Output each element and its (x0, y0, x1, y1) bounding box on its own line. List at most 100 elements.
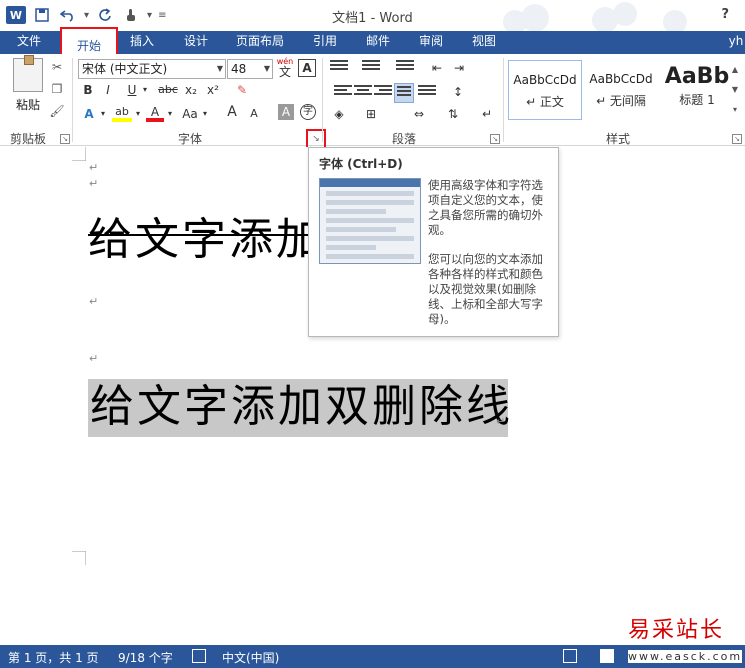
font-size-combobox[interactable]: 48 ▼ (227, 59, 273, 79)
tab-mailings[interactable]: 邮件 (356, 31, 400, 54)
sort-icon[interactable]: ⇅ (444, 104, 462, 124)
superscript-button[interactable]: x² (204, 80, 222, 100)
subscript-button[interactable]: x₂ (182, 80, 200, 100)
underline-button[interactable]: U (124, 80, 140, 100)
watermark-url: www.easck.com (628, 650, 743, 663)
tooltip-description: 使用高级字体和字符选项自定义您的文本，使之具备您所需的确切外观。 (428, 178, 543, 237)
paragraph-mark: ↵ (496, 415, 506, 428)
phonetic-guide-button[interactable]: wén 文 (276, 56, 294, 78)
help-button[interactable]: ? (721, 7, 729, 22)
style-normal[interactable]: AaBbCcDd ↵ 正文 (508, 60, 582, 120)
font-name-combobox[interactable]: 宋体 (中文正文) ▼ (78, 59, 226, 79)
word-count[interactable]: 9/18 个字 (118, 649, 173, 666)
font-size-value: 48 (231, 62, 247, 76)
numbering-icon[interactable] (362, 60, 380, 76)
font-group-label: 字体 (178, 132, 203, 146)
bullets-icon[interactable] (330, 60, 348, 76)
clear-formatting-icon[interactable]: ✎ (232, 80, 252, 100)
clipboard-group-label: 剪贴板 (10, 132, 47, 146)
styles-group-label: 样式 (606, 132, 631, 146)
tab-file[interactable]: 文件 (0, 31, 58, 54)
highlight-button[interactable]: ab (112, 102, 132, 122)
gallery-scroll[interactable]: ▲ ▼ ▾ (728, 60, 742, 122)
paste-label: 粘贴 (15, 98, 40, 112)
style-sample: AaBbCcDd (589, 72, 653, 86)
style-sample: AaBb (664, 64, 730, 89)
ribbon-home: 粘贴 ✂ ❐ 🖌 剪贴板 ↘ 宋体 (中文正文) ▼ 48 ▼ wén 文 A … (0, 54, 745, 149)
grow-font-button[interactable]: A (224, 102, 240, 122)
copy-icon[interactable]: ❐ (48, 82, 66, 98)
page-count[interactable]: 第 1 页，共 1 页 (8, 649, 99, 666)
document-line-selected[interactable]: 给文字添加双删除线 (90, 379, 513, 435)
shrink-font-button[interactable]: A (246, 104, 262, 124)
tooltip-title: 字体 (Ctrl+D) (319, 157, 403, 171)
character-border-button[interactable]: A (298, 59, 316, 77)
tooltip-description-more: 您可以向您的文本添加各种各样的样式和颜色以及视觉效果(如删除线、上标和全部大写字… (428, 252, 543, 326)
group-divider (72, 58, 73, 142)
character-shading-button[interactable]: A (278, 104, 294, 120)
show-marks-icon[interactable]: ↵ (478, 104, 496, 124)
clipboard-launcher-icon[interactable]: ↘ (60, 134, 70, 144)
cut-icon[interactable]: ✂ (48, 60, 66, 76)
style-name: 标题 1 (679, 93, 715, 107)
tab-page-layout[interactable]: 页面布局 (230, 31, 290, 54)
underline-dropdown-icon[interactable]: ▾ (140, 80, 150, 100)
chevron-up-icon[interactable]: ▲ (728, 60, 742, 80)
paste-button[interactable]: 粘贴 (10, 55, 46, 116)
styles-launcher-icon[interactable]: ↘ (732, 134, 742, 144)
bold-button[interactable]: B (80, 80, 96, 100)
font-dialog-launcher-icon[interactable]: ↘ (306, 129, 326, 149)
text-effects-button[interactable]: A (80, 104, 98, 124)
format-painter-icon[interactable]: 🖌 (48, 104, 66, 120)
strikethrough-line (88, 234, 308, 236)
paragraph-mark: ↵ (89, 177, 99, 190)
line-spacing-icon[interactable]: ↕ (450, 82, 466, 102)
styles-gallery: AaBbCcDd ↵ 正文 AaBbCcDd ↵ 无间隔 AaBb 标题 1 (508, 60, 736, 124)
user-account[interactable]: yh (727, 31, 745, 54)
tab-insert[interactable]: 插入 (120, 31, 164, 54)
tab-references[interactable]: 引用 (303, 31, 347, 54)
style-heading-1[interactable]: AaBb 标题 1 (660, 60, 734, 120)
tab-review[interactable]: 审阅 (409, 31, 453, 54)
line1-text: 给文字添加 (88, 214, 308, 265)
font-color-button[interactable]: A (146, 102, 164, 122)
text-effects-dropdown-icon[interactable]: ▾ (98, 104, 108, 124)
chevron-down-icon[interactable]: ▼ (728, 80, 742, 100)
style-no-spacing[interactable]: AaBbCcDd ↵ 无间隔 (584, 60, 658, 120)
multilevel-list-icon[interactable] (396, 60, 414, 76)
align-left-icon[interactable] (334, 85, 352, 101)
change-case-button[interactable]: Aa (180, 104, 200, 124)
style-name: ↵ 无间隔 (596, 94, 646, 108)
align-right-icon[interactable] (374, 85, 392, 101)
strikethrough-button[interactable]: abc (156, 80, 180, 100)
align-center-icon[interactable] (354, 85, 372, 101)
document-line-strikethrough[interactable]: 给文字添加 (88, 203, 308, 267)
borders-icon[interactable]: ⊞ (362, 104, 380, 124)
paragraph-group-label: 段落 (392, 132, 417, 146)
proofing-icon[interactable] (192, 649, 206, 663)
font-color-dropdown-icon[interactable]: ▾ (165, 104, 175, 124)
tab-design[interactable]: 设计 (174, 31, 218, 54)
paragraph-launcher-icon[interactable]: ↘ (490, 134, 500, 144)
italic-button[interactable]: I (100, 80, 116, 100)
group-divider (503, 58, 504, 142)
tab-view[interactable]: 视图 (462, 31, 506, 54)
font-dialog-preview-icon (319, 178, 421, 264)
group-divider (322, 58, 323, 142)
distributed-icon[interactable] (418, 85, 436, 101)
language-indicator[interactable]: 中文(中国) (222, 649, 279, 666)
print-layout-icon[interactable] (600, 649, 614, 663)
read-mode-icon[interactable] (563, 649, 577, 663)
more-icon[interactable]: ▾ (728, 100, 742, 120)
font-dialog-tooltip: 字体 (Ctrl+D) 使用高级字体和字符选项自定义您的文本，使之具备您所需的确… (308, 147, 559, 337)
highlight-dropdown-icon[interactable]: ▾ (133, 104, 143, 124)
enclose-characters-button[interactable]: 字 (300, 104, 316, 120)
decrease-indent-icon[interactable]: ⇤ (430, 58, 444, 78)
font-name-value: 宋体 (中文正文) (82, 62, 168, 76)
change-case-dropdown-icon[interactable]: ▾ (200, 104, 210, 124)
shading-icon[interactable]: ◈ (330, 104, 348, 124)
increase-indent-icon[interactable]: ⇥ (452, 58, 466, 78)
justify-icon[interactable] (394, 83, 414, 103)
window-title: 文档1 - Word (332, 11, 413, 26)
chinese-layout-icon[interactable]: ⇔ (410, 104, 428, 124)
